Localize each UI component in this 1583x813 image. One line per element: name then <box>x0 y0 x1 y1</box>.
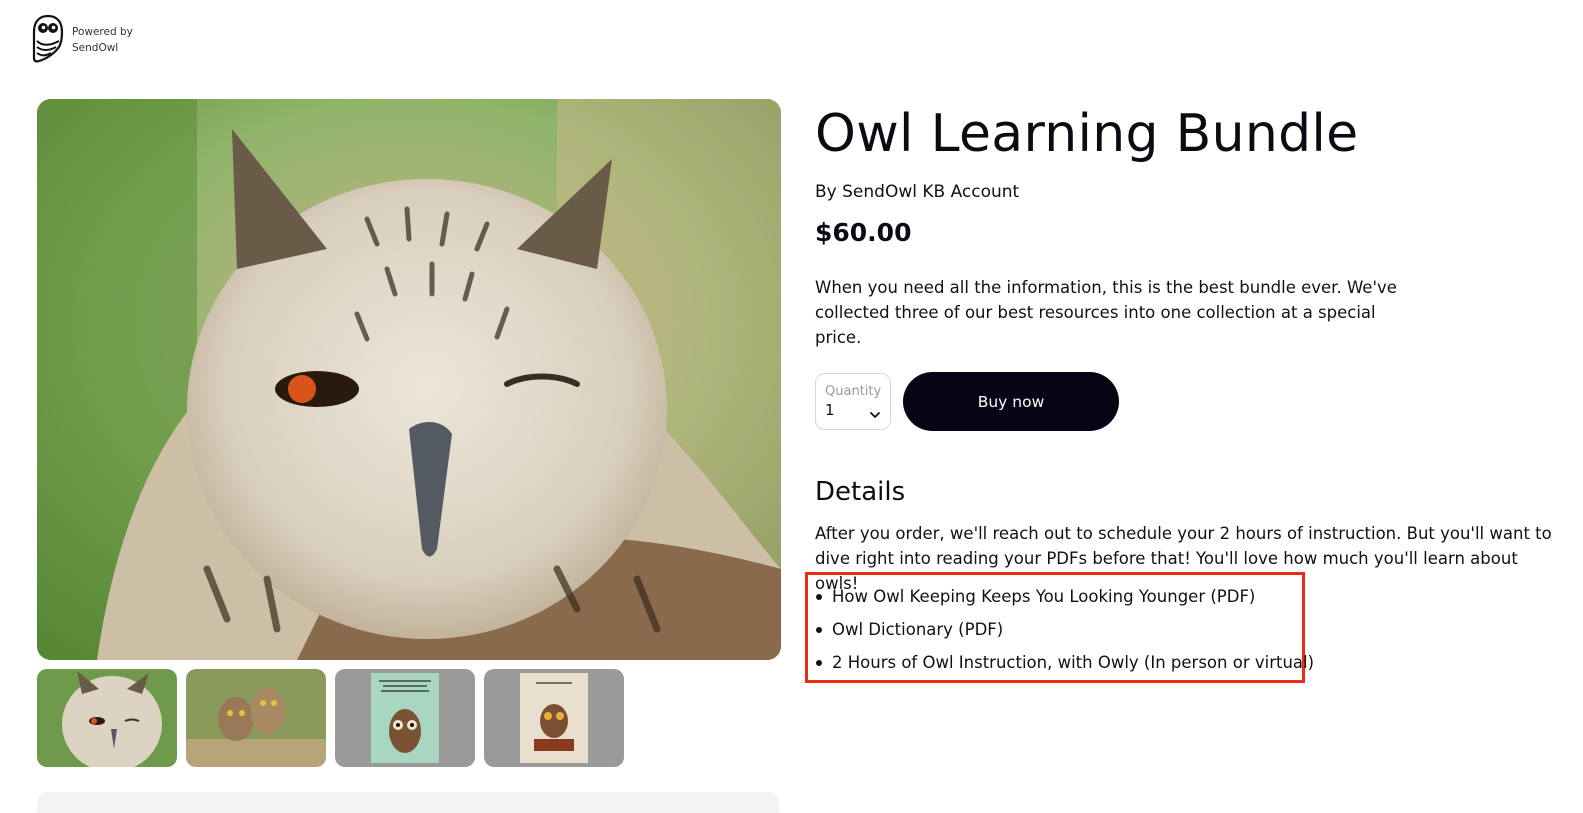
list-item: How Owl Keeping Keeps You Looking Younge… <box>816 580 1314 613</box>
product-price: $60.00 <box>815 218 912 247</box>
thumbnail-book-owl-dictionary[interactable] <box>484 669 624 767</box>
buy-now-button[interactable]: Buy now <box>903 372 1119 431</box>
list-item-label: How Owl Keeping Keeps You Looking Younge… <box>832 587 1256 606</box>
product-main-image[interactable] <box>37 99 781 660</box>
content-panel <box>37 792 779 813</box>
owlets-thumb-image <box>186 669 326 767</box>
list-item-label: 2 Hours of Owl Instruction, with Owly (I… <box>832 653 1315 672</box>
details-heading: Details <box>815 477 906 507</box>
quantity-select[interactable]: Quantity 1 <box>815 373 891 430</box>
product-description: When you need all the information, this … <box>815 278 1397 347</box>
list-item: 2 Hours of Owl Instruction, with Owly (I… <box>816 646 1314 679</box>
product-author: By SendOwl KB Account <box>815 182 1020 202</box>
powered-by-sendowl[interactable]: Powered by SendOwl <box>32 14 133 64</box>
book-cover-owl-dictionary-thumb-image <box>484 669 624 767</box>
bullet-icon <box>816 626 822 633</box>
bundle-items-list: How Owl Keeping Keeps You Looking Younge… <box>816 580 1314 679</box>
winking-owl-image <box>37 99 781 660</box>
thumbnail-book-owl-keeping[interactable] <box>335 669 475 767</box>
list-item-label: Owl Dictionary (PDF) <box>832 620 1004 639</box>
product-info: Owl Learning Bundle By SendOwl KB Accoun… <box>815 100 1555 596</box>
quantity-label: Quantity <box>825 384 882 399</box>
bullet-icon <box>816 593 822 600</box>
brand-name: SendOwl <box>72 42 119 54</box>
winking-owl-thumb-image <box>37 669 177 767</box>
purchase-row: Quantity 1 Buy now <box>815 372 1555 431</box>
owl-logo-icon <box>32 14 64 63</box>
powered-by-label: Powered by <box>72 26 133 38</box>
book-cover-owl-keeping-thumb-image <box>335 669 475 767</box>
thumbnail-owlets[interactable] <box>186 669 326 767</box>
product-title: Owl Learning Bundle <box>815 104 1359 164</box>
bullet-icon <box>816 659 822 666</box>
list-item: Owl Dictionary (PDF) <box>816 613 1314 646</box>
brand-text: Powered by SendOwl <box>72 24 133 56</box>
thumbnail-winking-owl[interactable] <box>37 669 177 767</box>
thumbnail-strip <box>37 669 624 767</box>
chevron-down-icon <box>870 412 880 418</box>
